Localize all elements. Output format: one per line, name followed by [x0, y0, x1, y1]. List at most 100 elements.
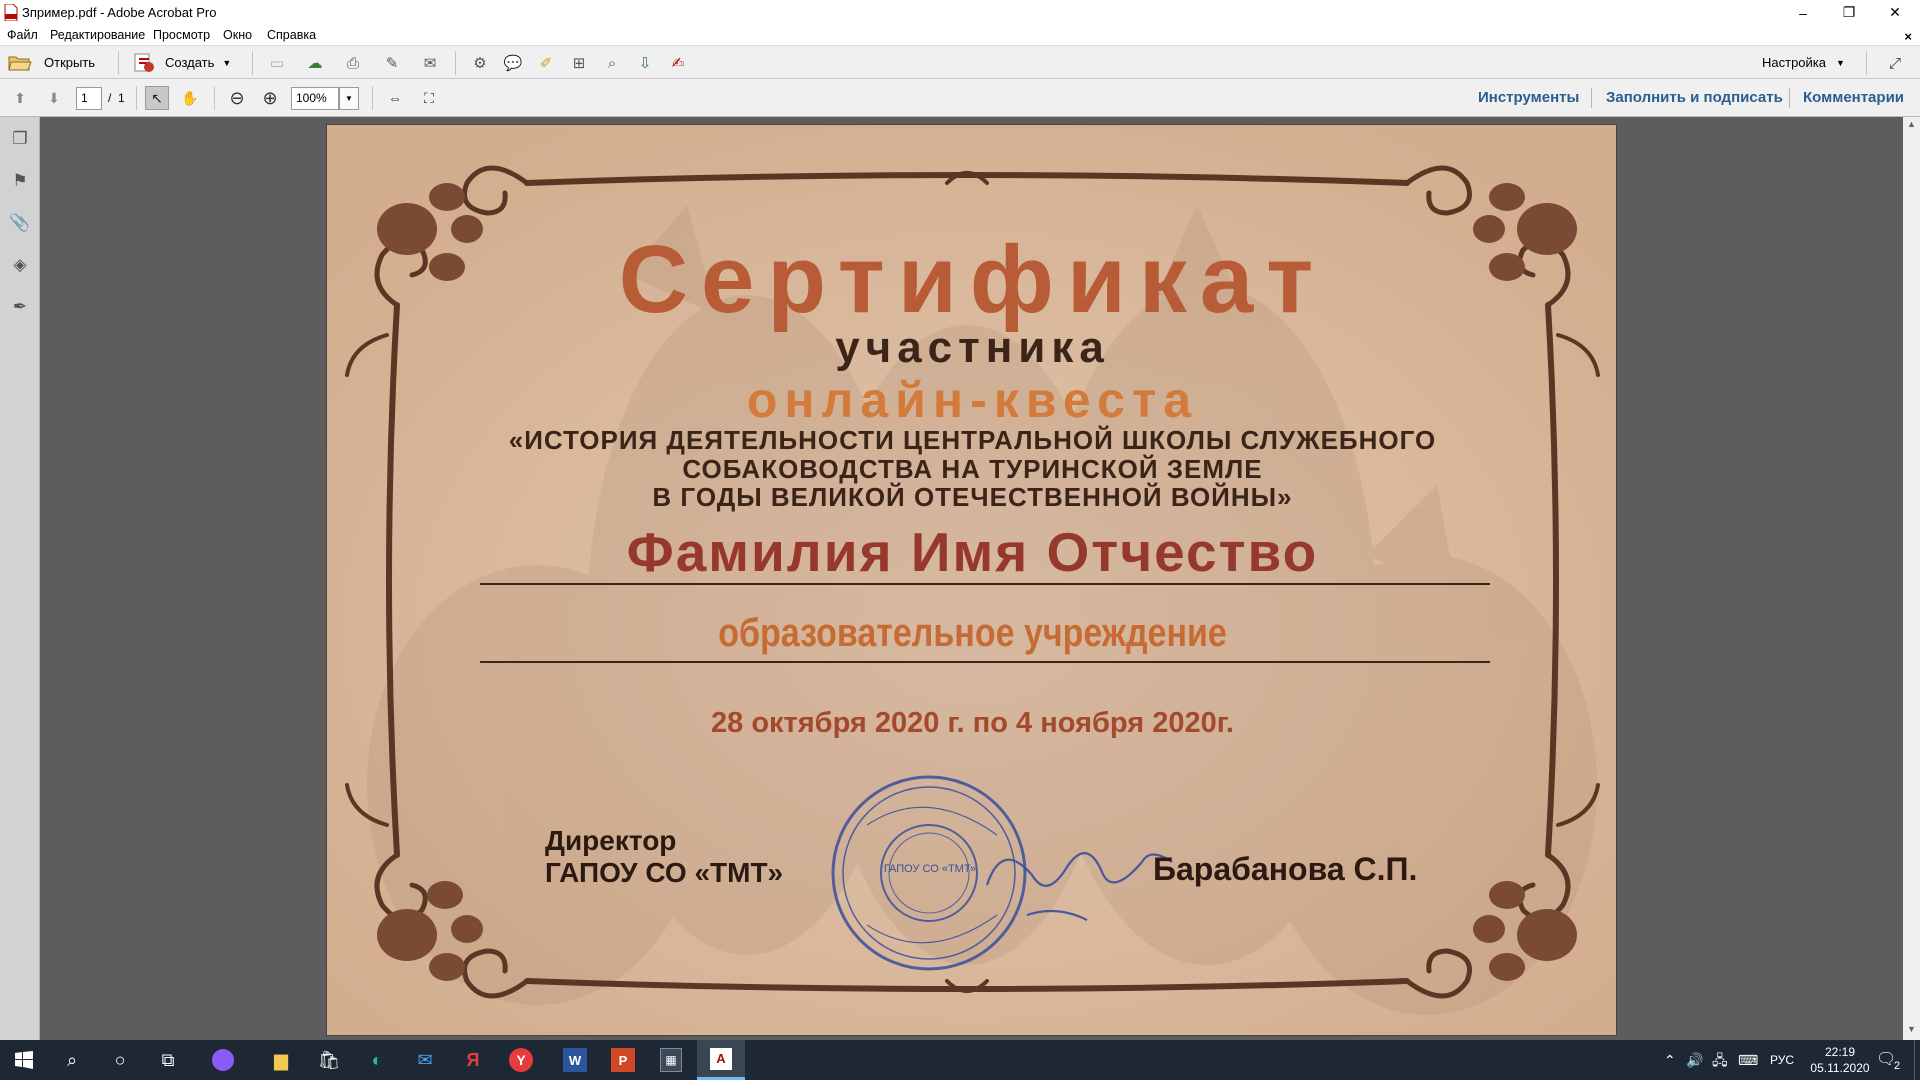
acrobat-file-icon: [4, 4, 18, 21]
yandex-browser-icon[interactable]: Y: [497, 1040, 545, 1080]
network-icon[interactable]: 🖧: [1712, 1040, 1728, 1080]
certificate-topic-line: «ИСТОРИЯ ДЕЯТЕЛЬНОСТИ ЦЕНТРАЛЬНОЙ ШКОЛЫ …: [508, 425, 1437, 455]
email-icon[interactable]: ✉: [419, 52, 441, 74]
navigation-pane: ❐ ⚑ 📎 ◈ ✒: [0, 117, 40, 1040]
fill-and-sign-link[interactable]: Заполнить и подписать: [1606, 79, 1783, 117]
print-icon[interactable]: ⎙: [342, 52, 364, 74]
certificate-topic-line: СОБАКОВОДСТВА НА ТУРИНСКОЙ ЗЕМЛЕ: [682, 454, 1263, 484]
close-button[interactable]: ✕: [1872, 0, 1918, 25]
bookmarks-icon[interactable]: ⚑: [8, 169, 32, 193]
previous-page-icon[interactable]: ⬆: [8, 86, 32, 110]
comments-link[interactable]: Комментарии: [1803, 79, 1904, 117]
close-document-button[interactable]: ×: [1904, 27, 1912, 47]
export-icon[interactable]: ⇩: [634, 52, 656, 74]
word-icon[interactable]: W: [551, 1040, 599, 1080]
restore-button[interactable]: ❐: [1826, 0, 1872, 25]
layers-icon[interactable]: ◈: [8, 253, 32, 277]
certificate-subtitle-quest: онлайн-квеста: [746, 372, 1199, 428]
certificate-subtitle-participant: участника: [835, 323, 1110, 372]
title-bar: Зпример.pdf - Adobe Acrobat Pro – ❐ ✕: [0, 0, 1920, 25]
gear-icon[interactable]: ⚙: [469, 52, 491, 74]
sign-icon[interactable]: ✍: [667, 52, 689, 74]
signatures-icon[interactable]: ✒: [8, 295, 32, 319]
alice-assistant-icon[interactable]: [199, 1040, 247, 1080]
stamp-tool-icon[interactable]: ⊞: [568, 52, 590, 74]
scroll-up-icon[interactable]: ▲: [1903, 119, 1920, 133]
yandex-icon[interactable]: Я: [449, 1040, 497, 1080]
recipient-organization: образовательное учреждение: [718, 611, 1227, 655]
acrobat-taskbar-icon[interactable]: A: [697, 1040, 745, 1080]
menu-edit[interactable]: Редактирование: [50, 25, 145, 45]
select-tool-icon[interactable]: ↖: [145, 86, 169, 110]
windows-taskbar: ⌕ ○ ⧉ ▆ 🛍 ◐ ✉ Я Y W P ▦ A ⌃ 🔊 🖧 ⌨ РУС 22…: [0, 1040, 1920, 1080]
link-separator: [1591, 88, 1592, 108]
zoom-dropdown-icon[interactable]: ▼: [339, 87, 359, 110]
fit-width-icon[interactable]: ⇔: [383, 86, 407, 110]
total-pages: 1: [118, 91, 125, 105]
folder-icon: [8, 56, 32, 71]
customize-button[interactable]: Настройка ▼: [1762, 52, 1845, 74]
save-icon[interactable]: ▭: [266, 52, 288, 74]
search-icon[interactable]: ⌕: [48, 1040, 96, 1080]
edit-document-icon[interactable]: ✎: [381, 52, 403, 74]
scroll-down-icon[interactable]: ▼: [1903, 1024, 1920, 1038]
toolbar-separator: [118, 51, 119, 75]
open-button[interactable]: Открыть: [8, 52, 108, 74]
link-separator: [1789, 88, 1790, 108]
show-desktop-button[interactable]: [1914, 1040, 1920, 1080]
windows-start-icon[interactable]: [0, 1040, 48, 1080]
pdf-page[interactable]: Сертификат участника онлайн-квеста «ИСТО…: [326, 124, 1617, 1036]
store-icon[interactable]: 🛍: [305, 1040, 353, 1080]
recipient-name: Фамилия Имя Отчество: [626, 521, 1319, 583]
highlight-icon[interactable]: ✐: [535, 52, 557, 74]
menu-help[interactable]: Справка: [267, 25, 316, 45]
window-title: Зпример.pdf - Adobe Acrobat Pro: [22, 5, 217, 20]
toolbar-separator: [455, 51, 456, 75]
zoom-in-icon[interactable]: ⊕: [258, 86, 282, 110]
page-thumbnails-icon[interactable]: ❐: [8, 127, 32, 151]
organization-underline: [480, 661, 1490, 663]
zoom-input[interactable]: 100%: [291, 87, 339, 110]
toolbar-separator: [252, 51, 253, 75]
next-page-icon[interactable]: ⬇: [42, 86, 66, 110]
signer-name: Барабанова С.П.: [1153, 851, 1418, 887]
attachments-icon[interactable]: 📎: [8, 211, 32, 235]
vertical-scrollbar[interactable]: ▲ ▼: [1903, 117, 1920, 1040]
keyboard-icon[interactable]: ⌨: [1738, 1040, 1758, 1080]
notifications-count: 2: [1894, 1060, 1901, 1072]
mail-icon[interactable]: ✉: [401, 1040, 449, 1080]
menu-bar: Файл Редактирование Просмотр Окно Справк…: [0, 25, 1920, 45]
director-organization: ГАПОУ СО «ТМТ»: [545, 857, 784, 888]
navigation-toolbar: ⬆ ⬇ 1 / 1 ↖ ✋ ⊖ ⊕ 100% ▼ ⇔ ⛶ Инструменты…: [0, 79, 1920, 117]
menu-file[interactable]: Файл: [7, 25, 38, 45]
minimize-button[interactable]: –: [1780, 0, 1826, 25]
zoom-out-icon[interactable]: ⊖: [225, 86, 249, 110]
cortana-icon[interactable]: ○: [96, 1040, 144, 1080]
create-button[interactable]: Создать ▼: [133, 52, 237, 74]
cloud-upload-icon[interactable]: ☁: [304, 52, 326, 74]
powerpoint-icon[interactable]: P: [599, 1040, 647, 1080]
hand-tool-icon[interactable]: ✋: [178, 86, 202, 110]
task-view-icon[interactable]: ⧉: [144, 1040, 192, 1080]
clock-time: 22:19: [1824, 1045, 1856, 1059]
volume-icon[interactable]: 🔊: [1686, 1040, 1703, 1080]
document-search-icon[interactable]: ⌕: [601, 52, 623, 74]
certificate-topic-line: В ГОДЫ ВЕЛИКОЙ ОТЕЧЕСТВЕННОЙ ВОЙНЫ»: [652, 482, 1293, 512]
fit-page-icon[interactable]: ⛶: [417, 86, 441, 110]
fullscreen-icon[interactable]: ⤢: [1884, 52, 1906, 74]
language-indicator[interactable]: РУС: [1770, 1040, 1794, 1080]
tools-link[interactable]: Инструменты: [1478, 79, 1579, 117]
edge-browser-icon[interactable]: ◐: [353, 1040, 401, 1080]
calculator-icon[interactable]: ▦: [647, 1040, 695, 1080]
file-explorer-icon[interactable]: ▆: [257, 1040, 305, 1080]
quest-dates: 28 октября 2020 г. по 4 ноября 2020г.: [711, 707, 1234, 739]
menu-window[interactable]: Окно: [223, 25, 252, 45]
clock[interactable]: 22:19 05.11.2020: [1808, 1044, 1872, 1076]
comment-icon[interactable]: 💬: [502, 52, 524, 74]
director-title: Директор: [545, 825, 677, 856]
page-separator: /: [108, 91, 112, 105]
menu-view[interactable]: Просмотр: [153, 25, 210, 45]
page-number-input[interactable]: 1: [76, 87, 102, 110]
name-underline: [480, 583, 1490, 585]
show-hidden-icons-icon[interactable]: ⌃: [1664, 1040, 1676, 1080]
